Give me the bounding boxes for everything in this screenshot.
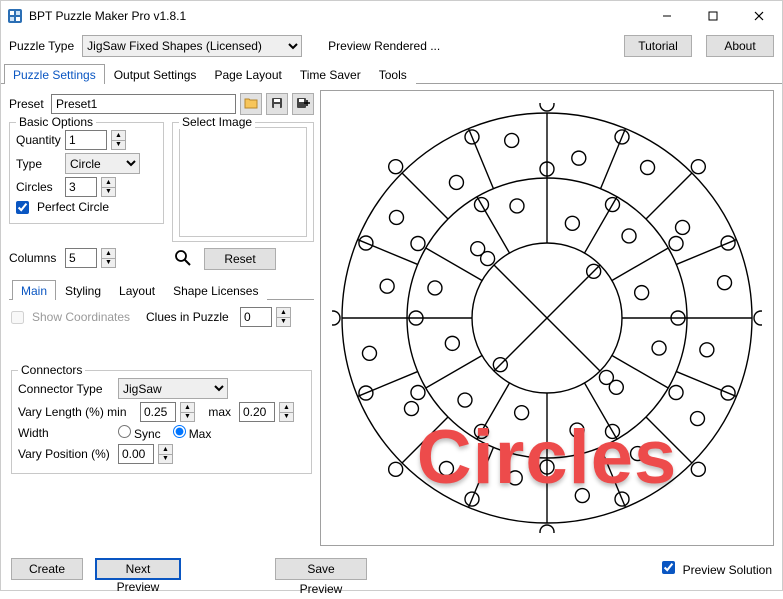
- image-well[interactable]: [179, 127, 307, 237]
- vary-length-min-input[interactable]: [140, 402, 176, 422]
- select-image-legend: Select Image: [179, 115, 255, 129]
- preset-label: Preset: [9, 97, 47, 111]
- connector-type-select[interactable]: JigSaw: [118, 378, 228, 399]
- window-title: BPT Puzzle Maker Pro v1.8.1: [29, 9, 644, 23]
- create-button[interactable]: Create: [11, 558, 83, 580]
- save-preview-button[interactable]: Save Preview: [275, 558, 367, 580]
- save-plus-icon: [296, 97, 310, 112]
- clues-input[interactable]: [240, 307, 272, 327]
- connectors-legend: Connectors: [18, 363, 85, 377]
- type-label: Type: [16, 157, 61, 171]
- preset-save-as-button[interactable]: [292, 93, 314, 115]
- clues-label: Clues in Puzzle: [146, 310, 236, 324]
- about-button[interactable]: About: [706, 35, 774, 57]
- perfect-circle-label: Perfect Circle: [37, 200, 109, 214]
- width-max-label: Max: [189, 427, 212, 441]
- subtab-styling[interactable]: Styling: [56, 280, 110, 300]
- vary-position-label: Vary Position (%): [18, 447, 114, 461]
- width-max-radio-wrap[interactable]: Max: [173, 425, 212, 441]
- basic-options-group: Basic Options Quantity ▲▼ Type Circle Ci…: [9, 122, 164, 224]
- preview-solution-checkbox[interactable]: [662, 561, 675, 574]
- width-sync-label: Sync: [134, 427, 161, 441]
- preview-solution-label: Preview Solution: [683, 563, 772, 577]
- preview-solution-wrap[interactable]: Preview Solution: [662, 561, 772, 577]
- save-icon: [271, 97, 283, 112]
- tab-time-saver[interactable]: Time Saver: [291, 64, 370, 84]
- zoom-button[interactable]: [172, 248, 194, 270]
- sub-tabstrip: Main Styling Layout Shape Licenses: [9, 279, 314, 300]
- maximize-button[interactable]: [690, 1, 736, 31]
- main-tabstrip: Puzzle Settings Output Settings Page Lay…: [1, 63, 782, 84]
- columns-label: Columns: [9, 251, 61, 265]
- tutorial-button[interactable]: Tutorial: [624, 35, 692, 57]
- folder-icon: [244, 97, 258, 112]
- subtab-layout[interactable]: Layout: [110, 280, 164, 300]
- reset-button[interactable]: Reset: [204, 248, 276, 270]
- basic-options-legend: Basic Options: [16, 115, 96, 129]
- show-coordinates-checkbox: [11, 311, 24, 324]
- preset-input[interactable]: [51, 94, 236, 114]
- columns-input[interactable]: [65, 248, 97, 268]
- puzzle-type-select[interactable]: JigSaw Fixed Shapes (Licensed): [82, 35, 302, 57]
- minimize-button[interactable]: [644, 1, 690, 31]
- vary-position-stepper[interactable]: ▲▼: [158, 444, 173, 464]
- connector-type-label: Connector Type: [18, 382, 114, 396]
- show-coordinates-label: Show Coordinates: [32, 310, 142, 324]
- preset-open-button[interactable]: [240, 93, 262, 115]
- vary-length-min-stepper[interactable]: ▲▼: [180, 402, 195, 422]
- quantity-label: Quantity: [16, 133, 61, 147]
- preview-svg: [332, 103, 762, 533]
- circles-label: Circles: [16, 180, 61, 194]
- vary-length-max-input[interactable]: [239, 402, 275, 422]
- close-button[interactable]: [736, 1, 782, 31]
- preview-pane: Circles: [320, 90, 774, 546]
- circles-input[interactable]: [65, 177, 97, 197]
- vary-length-max-label: max: [203, 405, 231, 419]
- type-select[interactable]: Circle: [65, 153, 140, 174]
- width-sync-radio-wrap[interactable]: Sync: [118, 425, 161, 441]
- columns-stepper[interactable]: ▲▼: [101, 248, 116, 268]
- vary-length-max-stepper[interactable]: ▲▼: [279, 402, 294, 422]
- app-icon: [7, 8, 23, 24]
- select-image-group: Select Image: [172, 122, 314, 242]
- next-preview-button[interactable]: Next Preview: [95, 558, 181, 580]
- quantity-stepper[interactable]: ▲▼: [111, 130, 126, 150]
- connectors-group: Connectors Connector Type JigSaw Vary Le…: [11, 370, 312, 474]
- status-text: Preview Rendered ...: [328, 39, 618, 53]
- tab-page-layout[interactable]: Page Layout: [205, 64, 290, 84]
- vary-position-input[interactable]: [118, 444, 154, 464]
- vary-length-label: Vary Length (%) min: [18, 405, 136, 419]
- quantity-input[interactable]: [65, 130, 107, 150]
- tab-tools[interactable]: Tools: [370, 64, 416, 84]
- tab-output-settings[interactable]: Output Settings: [105, 64, 206, 84]
- puzzle-type-label: Puzzle Type: [9, 39, 74, 53]
- perfect-circle-checkbox[interactable]: [16, 201, 29, 214]
- circles-stepper[interactable]: ▲▼: [101, 177, 116, 197]
- subtab-shape-licenses[interactable]: Shape Licenses: [164, 280, 267, 300]
- magnifier-icon: [174, 249, 192, 270]
- clues-stepper[interactable]: ▲▼: [276, 307, 291, 327]
- tab-puzzle-settings[interactable]: Puzzle Settings: [4, 64, 105, 84]
- subtab-main[interactable]: Main: [12, 280, 56, 300]
- width-label: Width: [18, 426, 114, 440]
- width-max-radio[interactable]: [173, 425, 186, 438]
- width-sync-radio[interactable]: [118, 425, 131, 438]
- titlebar: BPT Puzzle Maker Pro v1.8.1: [1, 1, 782, 31]
- preset-save-button[interactable]: [266, 93, 288, 115]
